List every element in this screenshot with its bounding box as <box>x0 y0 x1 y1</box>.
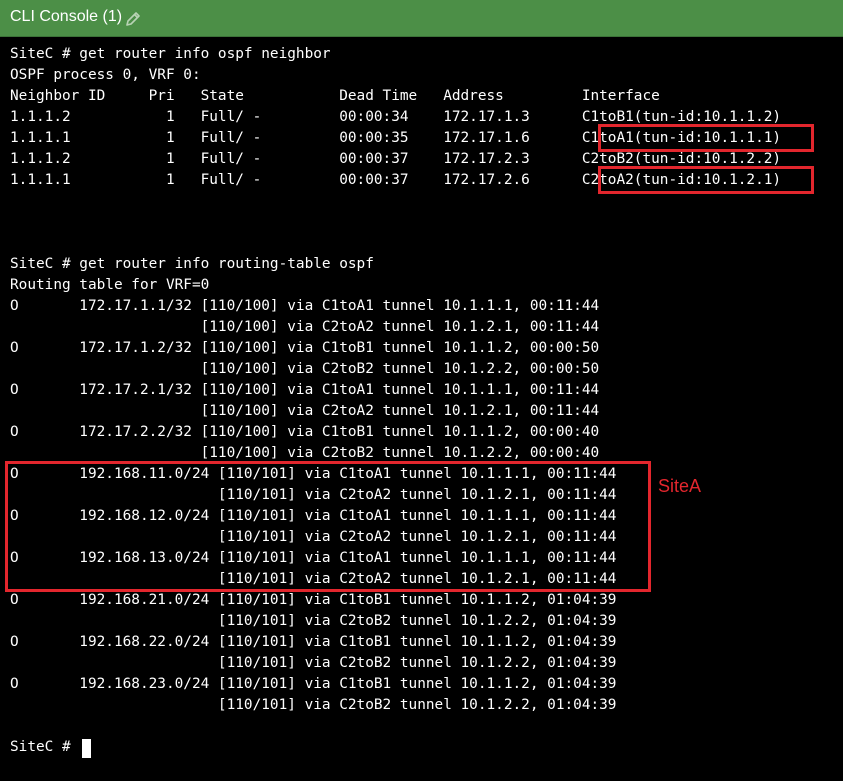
terminal-line: [110/100] via C2toB2 tunnel 10.1.2.2, 00… <box>10 361 600 377</box>
console-titlebar: CLI Console (1) <box>0 0 843 37</box>
highlight-box-c2toa2 <box>598 166 814 194</box>
pencil-icon[interactable] <box>124 10 142 28</box>
text-cursor <box>82 739 91 758</box>
terminal-line: O 172.17.1.2/32 [110/100] via C1toB1 tun… <box>10 340 600 356</box>
terminal-line: O 172.17.1.1/32 [110/100] via C1toA1 tun… <box>10 298 600 314</box>
terminal-line: Neighbor ID Pri State Dead Time Address … <box>10 88 660 104</box>
window-title: CLI Console (1) <box>10 8 123 25</box>
site-label: SiteA <box>658 476 702 496</box>
terminal-line: [110/101] via C2toB2 tunnel 10.1.2.2, 01… <box>10 655 617 671</box>
terminal-line: O 192.168.21.0/24 [110/101] via C1toB1 t… <box>10 592 617 608</box>
terminal-line: O 192.168.23.0/24 [110/101] via C1toB1 t… <box>10 676 617 692</box>
terminal-line: O 172.17.2.1/32 [110/100] via C1toA1 tun… <box>10 382 600 398</box>
terminal-line: [110/101] via C2toB2 tunnel 10.1.2.2, 01… <box>10 697 617 713</box>
terminal-line: [110/100] via C2toA2 tunnel 10.1.2.1, 00… <box>10 319 600 335</box>
terminal-line: [110/100] via C2toA2 tunnel 10.1.2.1, 00… <box>10 403 600 419</box>
terminal-line: O 172.17.2.2/32 [110/100] via C1toB1 tun… <box>10 424 600 440</box>
terminal-line: [110/101] via C2toB2 tunnel 10.1.2.2, 01… <box>10 613 617 629</box>
terminal-line: SiteC # get router info routing-table os… <box>10 256 374 272</box>
highlight-box-c1toa1 <box>598 124 814 152</box>
terminal-line: OSPF process 0, VRF 0: <box>10 67 201 83</box>
terminal-prompt: SiteC # <box>10 739 80 755</box>
highlight-box-sitea-routes <box>5 461 651 592</box>
terminal-line: SiteC # get router info ospf neighbor <box>10 46 331 62</box>
terminal-line: Routing table for VRF=0 <box>10 277 210 293</box>
terminal-line: O 192.168.22.0/24 [110/101] via C1toB1 t… <box>10 634 617 650</box>
